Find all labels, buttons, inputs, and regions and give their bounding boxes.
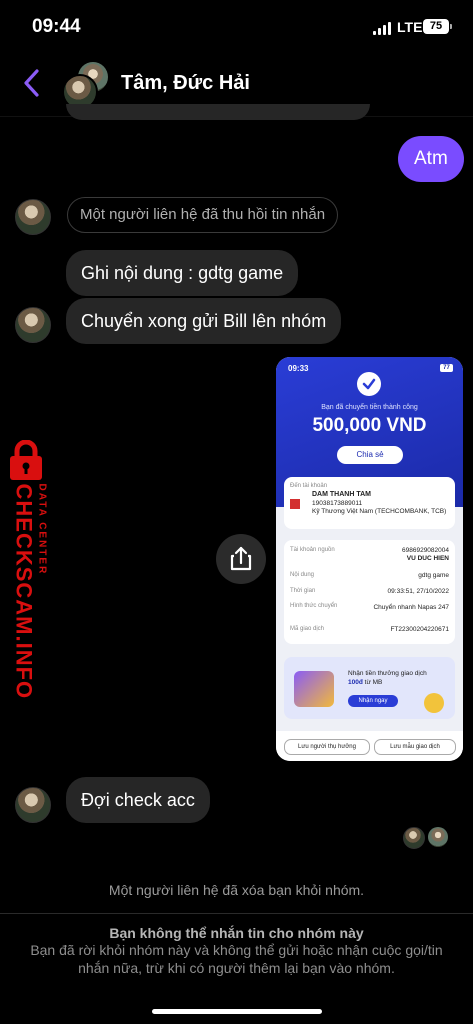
source-account: 6986929082004 <box>402 547 449 554</box>
sender-avatar[interactable] <box>15 307 51 343</box>
recipient-account: 19038173889011 <box>312 500 363 507</box>
previous-message-bubble <box>66 104 370 120</box>
recipient-name: DAM THANH TAM <box>312 491 371 498</box>
promo-button: Nhận ngay <box>348 695 398 707</box>
time-value: 09:33:51, 27/10/2022 <box>387 588 449 595</box>
promo-suffix: từ MB <box>364 679 383 686</box>
receipt-share-button: Chia sẻ <box>337 446 403 464</box>
share-button[interactable] <box>216 534 266 584</box>
lock-icon <box>10 440 42 480</box>
network-type: LTE <box>397 19 423 35</box>
promo-amount: 100đ <box>348 679 363 686</box>
receipt-footer: Lưu người thụ hưởng Lưu mẫu giao dịch <box>276 731 463 761</box>
watermark-brand: CHECKSCAM.INFO <box>11 483 37 700</box>
receipt-success-text: Bạn đã chuyển tiền thành công <box>321 404 418 411</box>
sender-avatar[interactable] <box>15 787 51 823</box>
incoming-message-bubble[interactable]: Đợi check acc <box>66 777 210 823</box>
time-label: Thời gian <box>290 588 316 594</box>
promo-banner: Nhận tiền thưởng giao dịch 100đ từ MB Nh… <box>284 657 455 719</box>
promo-text: Nhận tiền thưởng giao dịch <box>348 670 427 677</box>
save-template-pill: Lưu mẫu giao dịch <box>374 739 456 755</box>
watermark: DATA CENTER CHECKSCAM.INFO <box>2 440 60 699</box>
bank-logo-icon <box>290 499 300 509</box>
transaction-id-label: Mã giao dịch <box>290 626 325 632</box>
transfer-receipt-image[interactable]: 09:33 77 Bạn đã chuyển tiền thành công 5… <box>276 357 463 761</box>
transaction-details-card: Tài khoản nguồn 6986929082004 VU DUC HIE… <box>284 540 455 644</box>
content-label: Nội dung <box>290 572 315 578</box>
read-receipt-avatar <box>403 827 425 849</box>
check-icon <box>357 372 381 396</box>
share-icon <box>230 546 252 571</box>
footer-divider <box>0 913 473 914</box>
save-recipient-pill: Lưu người thụ hưởng <box>284 739 370 755</box>
removed-from-group-notice: Một người liên hệ đã xóa bạn khỏi nhóm. <box>108 882 365 898</box>
recipient-bank: Kỹ Thương Việt Nam (TECHCOMBANK, TCB) <box>312 508 447 515</box>
source-name: VU DUC HIEN <box>406 555 449 562</box>
home-indicator[interactable] <box>152 1009 322 1014</box>
chevron-left-icon <box>24 69 39 97</box>
cannot-message-title: Bạn không thể nhắn tin cho nhóm này <box>109 925 364 941</box>
incoming-message-bubble[interactable]: Chuyển xong gửi Bill lên nhóm <box>66 298 342 344</box>
cannot-message-body: Bạn đã rời khỏi nhóm này và không thể gử… <box>30 942 443 976</box>
transaction-id: FT22300204220671 <box>390 626 449 633</box>
read-receipt-avatar <box>428 827 448 847</box>
gift-box-icon <box>294 671 334 707</box>
receipt-time: 09:33 <box>288 364 309 373</box>
watermark-subtitle: DATA CENTER <box>36 483 48 576</box>
battery-icon: 75 <box>423 19 452 34</box>
coin-icon <box>424 693 444 713</box>
method-value: Chuyển nhanh Napas 247 <box>373 604 449 611</box>
receipt-amount: 500,000 VND <box>312 415 427 436</box>
method-label: Hình thức chuyển <box>290 603 338 609</box>
source-account-label: Tài khoản nguồn <box>290 547 335 553</box>
cellular-signal-icon <box>373 22 391 35</box>
receipt-battery: 77 <box>440 364 453 372</box>
recall-notice: Một người liên hệ đã thu hồi tin nhắn <box>67 197 339 233</box>
conversation-title[interactable]: Tâm, Đức Hải <box>121 72 250 95</box>
back-button[interactable] <box>20 66 44 100</box>
status-time: 09:44 <box>32 16 81 37</box>
to-account-label: Đến tài khoản <box>290 483 328 489</box>
recipient-card: Đến tài khoản DAM THANH TAM 190381738890… <box>284 477 455 529</box>
sender-avatar[interactable] <box>15 199 51 235</box>
receipt-share-label: Chia sẻ <box>356 450 384 459</box>
incoming-message-bubble[interactable]: Ghi nội dung : gdtg game <box>66 250 299 296</box>
outgoing-message-bubble[interactable]: Atm <box>398 136 464 182</box>
content-value: gdtg game <box>418 572 449 579</box>
